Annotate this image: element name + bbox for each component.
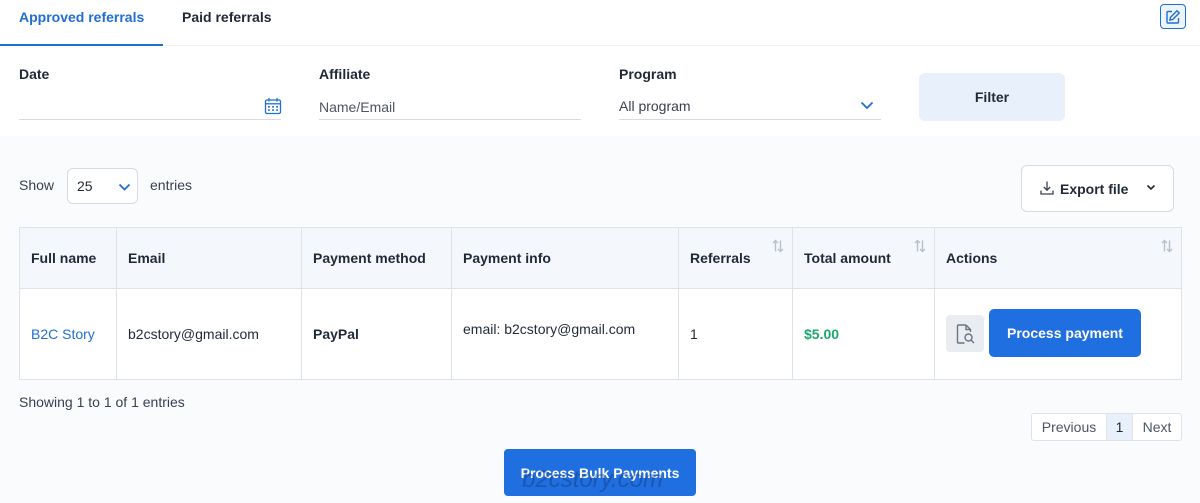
date-label: Date [19, 66, 50, 82]
view-details-button[interactable] [946, 315, 984, 352]
document-search-icon [956, 323, 975, 344]
col-header-label: Payment method [313, 250, 426, 266]
table-row: B2C Story b2cstory@gmail.com PayPal emai… [19, 288, 1182, 380]
col-header-label: Email [128, 250, 166, 266]
pagination: Previous 1 Next [1031, 413, 1182, 441]
total-amount-value: $5.00 [804, 326, 840, 342]
affiliate-label: Affiliate [319, 66, 371, 82]
referrals-table: Full name Email Payment method Payment i… [19, 227, 1182, 380]
affiliate-underline [319, 119, 581, 120]
program-underline [619, 119, 881, 120]
col-header-label: Referrals [690, 250, 751, 266]
col-header-email[interactable]: Email [116, 227, 302, 289]
col-header-label: Total amount [804, 250, 891, 266]
program-select[interactable]: All program [619, 98, 691, 114]
affiliate-input[interactable] [319, 96, 579, 118]
filter-panel: Date Affiliate Program All program Filte… [0, 46, 1200, 136]
sort-icon[interactable] [1161, 239, 1173, 253]
pagination-next[interactable]: Next [1133, 414, 1181, 440]
cell-email: b2cstory@gmail.com [116, 288, 302, 380]
entries-per-page-value: 25 [77, 178, 93, 194]
pagination-previous[interactable]: Previous [1032, 414, 1107, 440]
tab-bar: Approved referrals Paid referrals [0, 0, 1200, 46]
export-file-button[interactable]: Export file [1021, 165, 1174, 212]
table-header-row: Full name Email Payment method Payment i… [19, 227, 1182, 289]
calendar-icon[interactable] [264, 97, 282, 115]
date-underline [19, 119, 281, 120]
pagination-page-1[interactable]: 1 [1107, 414, 1133, 440]
col-header-payment-method[interactable]: Payment method [301, 227, 452, 289]
col-header-label: Payment info [463, 250, 551, 266]
cell-full-name: B2C Story [19, 288, 117, 380]
col-header-label: Actions [946, 250, 998, 266]
table-summary: Showing 1 to 1 of 1 entries [19, 394, 185, 410]
full-name-link[interactable]: B2C Story [31, 326, 95, 342]
col-header-actions[interactable]: Actions [934, 227, 1182, 289]
cell-payment-info: email: b2cstory@gmail.com [451, 288, 679, 380]
col-header-payment-info[interactable]: Payment info [451, 227, 679, 289]
col-header-label: Full name [31, 250, 97, 266]
cell-total-amount: $5.00 [792, 288, 935, 380]
download-icon [1040, 181, 1054, 195]
entries-per-page-select[interactable]: 25 [67, 168, 138, 204]
col-header-referrals[interactable]: Referrals [678, 227, 793, 289]
filter-button[interactable]: Filter [919, 73, 1065, 121]
edit-icon [1166, 9, 1181, 24]
cell-referrals: 1 [678, 288, 793, 380]
show-label: Show [19, 177, 55, 193]
col-header-total-amount[interactable]: Total amount [792, 227, 935, 289]
sort-icon[interactable] [914, 239, 926, 253]
tab-approved-referrals[interactable]: Approved referrals [0, 0, 163, 46]
date-input[interactable] [19, 96, 259, 118]
edit-button[interactable] [1160, 4, 1186, 29]
chevron-down-icon[interactable] [860, 101, 874, 110]
col-header-full-name[interactable]: Full name [19, 227, 117, 289]
payment-method-value: PayPal [313, 326, 359, 342]
sort-icon[interactable] [772, 239, 784, 253]
process-bulk-payments-button[interactable]: Process Bulk Payments [504, 449, 696, 496]
caret-down-icon [1146, 184, 1156, 191]
tab-paid-referrals[interactable]: Paid referrals [182, 0, 272, 46]
entries-label: entries [150, 177, 193, 193]
payment-info-value: email: b2cstory@gmail.com [463, 321, 636, 337]
cell-payment-method: PayPal [301, 288, 452, 380]
cell-actions: Process payment [934, 288, 1182, 380]
export-file-label: Export file [1060, 181, 1129, 197]
process-payment-button[interactable]: Process payment [989, 309, 1141, 357]
program-label: Program [619, 66, 677, 82]
chevron-down-icon [118, 183, 131, 191]
